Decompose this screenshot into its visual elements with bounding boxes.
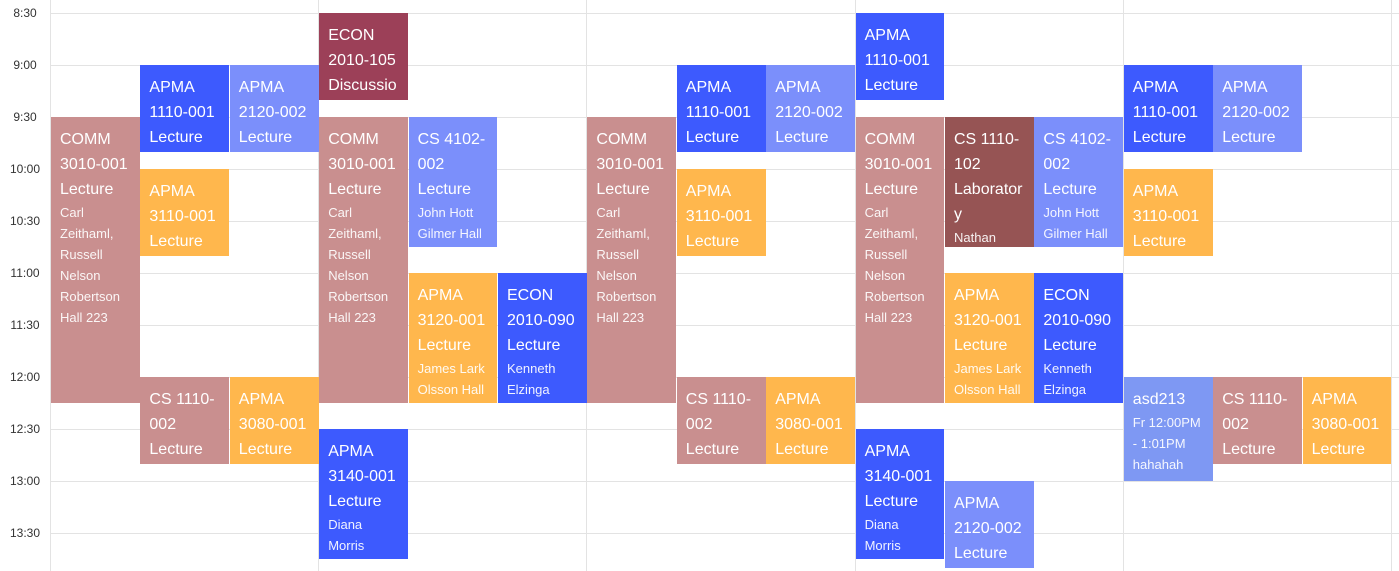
event-title: ECON 2010-090 Lecture (1043, 287, 1112, 354)
event-details: John Hott Gilmer Hall (1043, 205, 1108, 241)
time-label: 9:00 (13, 58, 37, 72)
calendar-event[interactable]: APMA 3120-001 Lecture James Lark Olsson H… (408, 273, 498, 403)
time-label: 12:00 (9, 370, 41, 384)
calendar-event[interactable]: CS 1110-102 Laboratory Nathan Brunelle (945, 117, 1034, 247)
event-title: APMA 3080-001 Lecture (1311, 391, 1380, 458)
event-details: Carl Zeithaml, Russell Nelson Robertson … (60, 205, 120, 325)
event-title: APMA 1110-001 Lecture (1132, 79, 1199, 146)
calendar-event[interactable]: APMA 2120-002 Lecture (766, 65, 856, 152)
week-calendar: 8:30 9:00 9:30 10:00 10:30 11:00 11:30 12:00 12:… (0, 0, 1399, 571)
event-title: COMM 3010-001 Lecture (60, 131, 128, 198)
event-title: APMA 1110-001 Lecture (864, 27, 930, 94)
event-details: Diana Morris (328, 517, 365, 553)
event-title: CS 4102-002 Lecture (1043, 131, 1111, 198)
calendar-event[interactable]: APMA 1110-001 Lecture (1123, 65, 1213, 152)
calendar-event[interactable]: APMA 3080-001 Lecture (229, 377, 319, 464)
time-label: 10:30 (9, 214, 41, 228)
calendar-event[interactable]: ECON 2010-090 Lecture Kenneth Elzinga (498, 273, 587, 403)
event-title: CS 1110-002 Lecture (685, 391, 752, 458)
time-label: 10:00 (9, 162, 41, 176)
calendar-event[interactable]: CS 1110-002 Lecture (1213, 377, 1303, 464)
time-label: 13:00 (9, 474, 41, 488)
event-title: COMM 3010-001 Lecture (328, 131, 396, 198)
calendar-event[interactable]: APMA 3110-001 Lecture (140, 169, 230, 256)
hour-gridline (50, 481, 1399, 482)
event-details: James Lark Olsson Hall (417, 361, 485, 397)
event-title: APMA 3080-001 Lecture (775, 391, 843, 458)
calendar-event[interactable]: COMM 3010-001 Lecture Carl Zeithaml, Russ… (319, 117, 409, 403)
time-label: 12:30 (9, 422, 41, 436)
event-title: APMA 3110-001 Lecture (1132, 183, 1200, 250)
time-label: 11:00 (10, 266, 40, 280)
calendar-event[interactable]: CS 4102-002 Lecture John Hott Gilmer Hall (1034, 117, 1124, 247)
event-details: Carl Zeithaml, Russell Nelson Robertson … (864, 205, 925, 325)
event-details: Kenneth Elzinga (507, 361, 556, 397)
event-title: CS 4102-002 Lecture (417, 131, 486, 198)
hour-gridline (50, 325, 1399, 326)
calendar-event[interactable]: APMA 3110-001 Lecture (676, 169, 766, 256)
event-title: APMA 3120-001 Lecture (417, 287, 486, 354)
event-title: CS 1110-002 Lecture (149, 391, 215, 458)
calendar-event[interactable]: APMA 3110-001 Lecture (1123, 169, 1213, 256)
event-title: APMA 1110-001 Lecture (685, 79, 752, 146)
event-title: CS 1110-102 Laboratory (954, 131, 1023, 223)
event-title: APMA 3080-001 Lecture (238, 391, 307, 458)
event-title: ECON 2010-105 Discussion (328, 27, 397, 94)
calendar-event[interactable]: APMA 3120-001 Lecture James Lark Olsson H… (945, 273, 1034, 403)
event-details: Nathan Brunelle (954, 230, 996, 245)
calendar-event[interactable]: APMA 2120-002 Lecture (229, 65, 319, 152)
event-title: APMA 2120-002 Lecture (238, 79, 307, 146)
calendar-event[interactable]: APMA 3080-001 Lecture (1302, 377, 1392, 464)
calendar-event[interactable]: CS 1110-002 Lecture (676, 377, 766, 464)
calendar-event[interactable]: APMA 3080-001 Lecture (766, 377, 856, 464)
time-label: 9:30 (13, 110, 37, 124)
calendar-event[interactable]: ECON 2010-090 Lecture Kenneth Elzinga (1034, 273, 1124, 403)
time-label: 11:30 (10, 318, 40, 332)
calendar-event[interactable]: APMA 2120-002 Lecture (945, 481, 1034, 568)
event-title: APMA 2120-002 Lecture (1222, 79, 1290, 146)
calendar-event[interactable]: CS 4102-002 Lecture John Hott Gilmer Hall (408, 117, 498, 247)
event-title: COMM 3010-001 Lecture (596, 131, 665, 198)
event-title: APMA 3140-001 Lecture (328, 443, 396, 510)
calendar-event[interactable]: APMA 1110-001 Lecture (855, 13, 945, 100)
calendar-event[interactable]: COMM 3010-001 Lecture Carl Zeithaml, Russ… (855, 117, 945, 403)
event-title: APMA 3120-001 Lecture (954, 287, 1022, 354)
event-details: Kenneth Elzinga (1043, 361, 1092, 397)
time-label: 8:30 (13, 6, 37, 20)
hour-gridline (50, 533, 1399, 534)
calendar-event[interactable]: COMM 3010-001 Lecture Carl Zeithaml, Russ… (587, 117, 677, 403)
event-details: James Lark Olsson Hall (954, 361, 1022, 397)
event-title: CS 1110-002 Lecture (1222, 391, 1288, 458)
event-title: APMA 3140-001 Lecture (864, 443, 933, 510)
calendar-event[interactable]: COMM 3010-001 Lecture Carl Zeithaml, Russ… (51, 117, 140, 403)
event-title: COMM 3010-001 Lecture (864, 131, 933, 198)
event-title: APMA 3110-001 Lecture (149, 183, 216, 250)
event-details: Diana Morris (864, 517, 901, 553)
event-title: ECON 2010-090 Lecture (507, 287, 575, 354)
hour-gridline (50, 13, 1399, 14)
event-details: John Hott Gilmer Hall (417, 205, 482, 241)
calendar-event[interactable]: asd213 Fr 12:00PM - 1:01PM hahahah (1123, 377, 1213, 481)
calendar-event[interactable]: ECON 2010-105 Discussion (319, 13, 409, 100)
calendar-event[interactable]: APMA 1110-001 Lecture (140, 65, 230, 152)
hour-gridline (50, 273, 1399, 274)
calendar-event[interactable]: CS 1110-002 Lecture (140, 377, 230, 464)
event-details: Carl Zeithaml, Russell Nelson Robertson … (328, 205, 389, 325)
event-title: asd213 (1132, 391, 1186, 408)
event-details: Fr 12:00PM - 1:01PM hahahah (1132, 415, 1201, 472)
calendar-event[interactable]: APMA 3140-001 Lecture Diana Morris (319, 429, 409, 559)
event-title: APMA 2120-002 Lecture (775, 79, 843, 146)
day-column-divider (1391, 0, 1392, 571)
event-details: Carl Zeithaml, Russell Nelson Robertson … (596, 205, 657, 325)
event-title: APMA 3110-001 Lecture (685, 183, 753, 250)
time-label: 13:30 (9, 526, 41, 540)
event-title: APMA 2120-002 Lecture (954, 495, 1022, 562)
calendar-event[interactable]: APMA 3140-001 Lecture Diana Morris (855, 429, 945, 559)
event-title: APMA 1110-001 Lecture (149, 79, 215, 146)
calendar-event[interactable]: APMA 2120-002 Lecture (1213, 65, 1303, 152)
calendar-event[interactable]: APMA 1110-001 Lecture (676, 65, 766, 152)
